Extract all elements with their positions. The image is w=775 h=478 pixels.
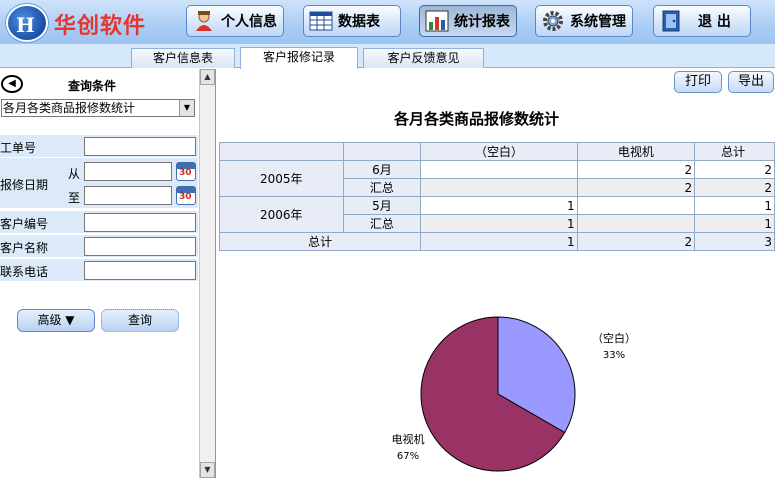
nav-exit-button[interactable]: 退 出 — [653, 5, 751, 37]
slice-label: 电视机 — [392, 432, 425, 446]
customer-no-label: 客户编号 — [0, 217, 49, 231]
tab-customer-feedback[interactable]: 客户反馈意见 — [363, 48, 484, 68]
table-row: 2006年 5月 1 1 — [219, 196, 775, 233]
column-header: （空白） — [420, 142, 578, 161]
nav-label: 统计报表 — [454, 14, 510, 30]
grand-total-cell: 总计 — [218, 232, 422, 251]
value-cell: 1 — [420, 196, 578, 215]
scroll-up-icon[interactable]: ▲ — [200, 69, 215, 85]
nav-data-table-button[interactable]: 数据表 — [303, 5, 401, 37]
corner-cell — [219, 142, 344, 161]
scrollbar[interactable]: ▲ ▼ — [199, 69, 215, 478]
person-icon — [191, 9, 217, 33]
tab-bar: 客户信息表 客户报修记录 客户反馈意见 — [0, 44, 775, 69]
value-cell — [576, 196, 696, 215]
phone-input[interactable] — [84, 261, 196, 280]
date-from-label: 从 — [68, 167, 81, 181]
order-no-input[interactable] — [84, 137, 196, 156]
value-cell: 2 — [576, 232, 696, 251]
year-cell: 2005年 — [219, 160, 344, 197]
date-from-input[interactable] — [84, 162, 172, 181]
value-cell: 2 — [694, 160, 775, 179]
scroll-down-icon[interactable]: ▼ — [200, 462, 215, 478]
value-cell — [420, 178, 578, 197]
calendar-icon[interactable]: 30 — [176, 186, 196, 205]
slice-percent: 33% — [603, 350, 625, 361]
year-cell: 2006年 — [219, 196, 344, 233]
column-header: 总计 — [694, 142, 775, 161]
nav-label: 数据表 — [338, 14, 380, 30]
pivot-table: （空白） 电视机 总计 2005年 6月 2 2 汇总 2 2 2006年 5月… — [218, 142, 775, 251]
query-panel: ◀ 查询条件 各月各类商品报修数统计 ▼ 工单号 报修日期 从 30 至 30 … — [0, 69, 216, 478]
report-title: 各月各类商品报修数统计 — [394, 110, 560, 128]
value-cell: 3 — [694, 232, 775, 251]
customer-name-input[interactable] — [84, 237, 196, 256]
repair-date-row: 报修日期 从 30 至 30 — [0, 158, 198, 208]
order-no-row: 工单号 — [0, 135, 198, 157]
order-no-label: 工单号 — [0, 141, 37, 155]
date-to-input[interactable] — [84, 186, 172, 205]
table-header-row: （空白） 电视机 总计 — [219, 142, 775, 161]
phone-label: 联系电话 — [0, 265, 49, 279]
slice-label: （空白） — [592, 331, 636, 345]
nav-statistics-report-button[interactable]: 统计报表 — [419, 5, 517, 37]
table-icon — [308, 9, 334, 33]
chart-icon — [424, 9, 450, 33]
report-area: 打印 导出 各月各类商品报修数统计 （空白） 电视机 总计 2005年 6月 2… — [218, 69, 775, 478]
pie-chart: （空白） 33% 电视机 67% — [392, 316, 636, 472]
print-button[interactable]: 打印 — [674, 71, 722, 93]
tab-customer-info[interactable]: 客户信息表 — [131, 48, 235, 68]
advanced-button[interactable]: 高级 ▼ — [17, 309, 95, 332]
query-header: ◀ 查询条件 — [0, 71, 198, 97]
phone-row: 联系电话 — [0, 259, 198, 281]
calendar-icon[interactable]: 30 — [176, 162, 196, 181]
nav-label: 退 出 — [698, 14, 731, 30]
collapse-arrow-icon[interactable]: ◀ — [1, 75, 23, 93]
customer-no-input[interactable] — [84, 213, 196, 232]
report-select-value: 各月各类商品报修数统计 — [3, 101, 136, 115]
value-cell: 1 — [694, 214, 775, 233]
value-cell: 1 — [420, 232, 578, 251]
nav-personal-info-button[interactable]: 个人信息 — [186, 5, 284, 37]
search-button[interactable]: 查询 — [101, 309, 179, 332]
value-cell: 1 — [694, 196, 775, 215]
brand-name: 华创软件 — [54, 14, 147, 39]
app-header: H 华创软件 个人信息 数据表 统计报表 系统管理 退 出 — [0, 0, 775, 44]
customer-no-row: 客户编号 — [0, 211, 198, 233]
value-cell: 2 — [576, 178, 696, 197]
logo-icon: H — [6, 4, 48, 42]
month-cell: 6月 — [342, 160, 422, 179]
gear-icon — [540, 9, 566, 33]
slice-percent: 67% — [397, 451, 419, 462]
table-row: 2005年 6月 2 2 — [219, 160, 775, 197]
value-cell: 1 — [420, 214, 578, 233]
repair-date-label: 报修日期 — [0, 178, 49, 192]
table-row: 总计 1 2 3 — [218, 232, 775, 251]
customer-name-label: 客户名称 — [0, 241, 49, 255]
column-header: 电视机 — [576, 142, 696, 161]
report-select[interactable]: 各月各类商品报修数统计 ▼ — [1, 99, 195, 117]
nav-label: 系统管理 — [570, 14, 626, 30]
value-cell — [420, 160, 578, 179]
value-cell: 2 — [576, 160, 696, 179]
chevron-down-icon: ▼ — [179, 100, 194, 116]
date-to-label: 至 — [68, 191, 81, 205]
query-title: 查询条件 — [68, 79, 117, 93]
month-cell: 5月 — [342, 196, 422, 215]
value-cell — [576, 214, 696, 233]
subtotal-cell: 汇总 — [342, 178, 422, 197]
subtotal-cell: 汇总 — [342, 214, 422, 233]
export-button[interactable]: 导出 — [728, 71, 774, 93]
exit-icon — [658, 9, 684, 33]
nav-system-admin-button[interactable]: 系统管理 — [535, 5, 633, 37]
corner-cell — [342, 142, 422, 161]
value-cell: 2 — [694, 178, 775, 197]
nav-label: 个人信息 — [221, 14, 277, 30]
customer-name-row: 客户名称 — [0, 235, 198, 257]
tab-repair-records[interactable]: 客户报修记录 — [240, 47, 358, 69]
